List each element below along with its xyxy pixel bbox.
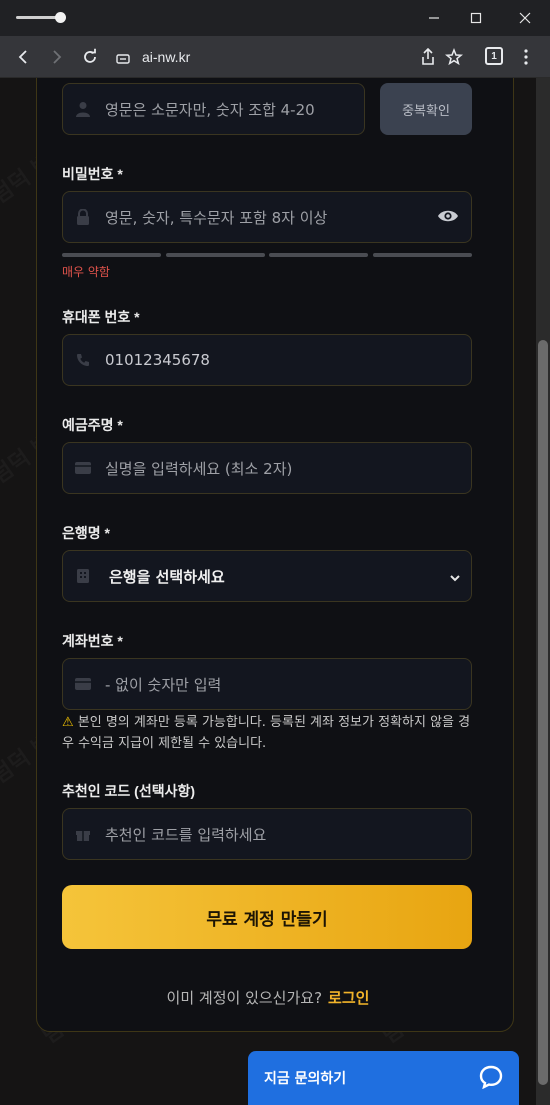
username-placeholder: 영문은 소문자만, 숫자 조합 4-20: [105, 100, 315, 119]
arrow-left-icon: [18, 50, 27, 64]
star-icon: [445, 48, 463, 66]
gift-icon: [73, 826, 93, 842]
window-titlebar: [0, 0, 550, 36]
eye-icon[interactable]: [437, 208, 459, 228]
page-viewport: 덤덕 범툴사무소 덤덕 범툴사무소 덤덕 범툴사무소 덤덕 범툴사무소 덤덕 범…: [0, 78, 536, 1105]
chat-bubble-icon: [479, 1065, 503, 1093]
minimize-icon: [429, 17, 439, 19]
chevron-down-icon: [449, 567, 461, 586]
chat-inquiry-button[interactable]: 지금 문의하기: [248, 1051, 519, 1105]
bank-select[interactable]: 은행을 선택하세요: [62, 550, 472, 602]
referral-placeholder: 추천인 코드를 입력하세요: [105, 825, 267, 844]
password-placeholder: 영문, 숫자, 특수문자 포함 8자 이상: [105, 208, 328, 227]
account-number-label: 계좌번호 *: [62, 633, 123, 649]
password-strength-segment: [269, 253, 368, 257]
minimize-button[interactable]: [411, 0, 457, 36]
bank-label: 은행명 *: [62, 525, 110, 541]
login-prompt-text: 이미 계정이 있으신가요?: [166, 989, 323, 1007]
account-number-placeholder: - 없이 숫자만 입력: [105, 675, 222, 694]
phone-value: 01012345678: [105, 351, 210, 369]
account-holder-label: 예금주명 *: [62, 417, 123, 433]
page-scrollbar-thumb[interactable]: [538, 340, 548, 1085]
arrow-right-icon: [53, 50, 62, 64]
warning-icon: ⚠: [62, 715, 74, 730]
zoom-slider-knob[interactable]: [55, 12, 66, 23]
back-button[interactable]: [12, 45, 36, 69]
password-input[interactable]: 영문, 숫자, 특수문자 포함 8자 이상: [62, 191, 472, 243]
account-notice-text: 본인 명의 계좌만 등록 가능합니다. 등록된 계좌 정보가 정확하지 않을 경…: [62, 715, 471, 751]
password-strength-text: 매우 약함: [62, 265, 110, 279]
login-prompt-line: 이미 계정이 있으신가요? 로그인: [0, 987, 536, 1008]
password-strength-segment: [62, 253, 161, 257]
url-text[interactable]: ai-nw.kr: [142, 49, 190, 65]
account-number-input[interactable]: - 없이 숫자만 입력: [62, 658, 472, 710]
maximize-icon: [470, 12, 482, 24]
account-notice: ⚠ 본인 명의 계좌만 등록 가능합니다. 등록된 계좌 정보가 정확하지 않을…: [62, 712, 472, 754]
bookmark-button[interactable]: [442, 45, 466, 69]
site-info-icon[interactable]: [116, 50, 130, 64]
duplicate-check-button[interactable]: 중복확인: [380, 83, 472, 135]
bank-selected-value: 은행을 선택하세요: [109, 567, 225, 586]
username-input[interactable]: 영문은 소문자만, 숫자 조합 4-20: [62, 83, 365, 135]
id-card-icon: [73, 461, 93, 475]
more-vertical-icon: [524, 49, 528, 65]
password-strength-segment: [166, 253, 265, 257]
phone-input[interactable]: 01012345678: [62, 334, 472, 386]
share-icon: [422, 48, 434, 65]
account-holder-input[interactable]: 실명을 입력하세요 (최소 2자): [62, 442, 472, 494]
tab-count-button[interactable]: 1: [485, 47, 503, 65]
login-link[interactable]: 로그인: [328, 989, 369, 1007]
forward-button[interactable]: [44, 45, 68, 69]
browser-toolbar: ai-nw.kr 1: [0, 36, 550, 78]
reload-button[interactable]: [78, 45, 102, 69]
user-icon: [73, 101, 93, 117]
share-button[interactable]: [416, 45, 440, 69]
account-holder-placeholder: 실명을 입력하세요 (최소 2자): [105, 459, 293, 478]
create-account-button[interactable]: 무료 계정 만들기: [62, 885, 472, 949]
reload-icon: [84, 48, 96, 63]
close-icon: [519, 12, 531, 24]
bank-icon: [73, 568, 93, 584]
referral-input[interactable]: 추천인 코드를 입력하세요: [62, 808, 472, 860]
lock-icon: [73, 209, 93, 225]
maximize-button[interactable]: [453, 0, 499, 36]
referral-label: 추천인 코드 (선택사항): [62, 783, 196, 799]
menu-button[interactable]: [514, 45, 538, 69]
phone-label: 휴대폰 번호 *: [62, 309, 140, 325]
credit-card-icon: [73, 677, 93, 691]
chat-inquiry-label: 지금 문의하기: [264, 1071, 347, 1087]
password-label: 비밀번호 *: [62, 166, 123, 182]
phone-icon: [73, 353, 93, 367]
password-strength-segment: [373, 253, 472, 257]
close-window-button[interactable]: [502, 0, 548, 36]
